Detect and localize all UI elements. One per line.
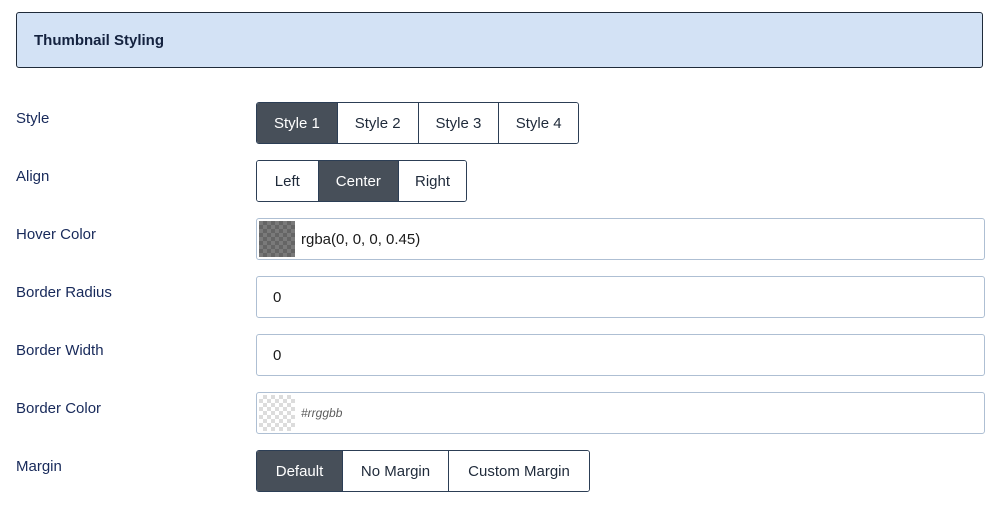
align-right-button[interactable]: Right bbox=[398, 161, 466, 201]
style-label: Style bbox=[16, 110, 50, 127]
border-radius-value[interactable]: 0 bbox=[257, 289, 281, 306]
border-width-label: Border Width bbox=[16, 342, 104, 359]
style-segmented-control: Style 1 Style 2 Style 3 Style 4 bbox=[256, 102, 579, 144]
align-center-button[interactable]: Center bbox=[317, 161, 398, 201]
margin-segmented-control: Default No Margin Custom Margin bbox=[256, 450, 590, 492]
border-color-label: Border Color bbox=[16, 400, 102, 417]
margin-label: Margin bbox=[16, 458, 62, 475]
style-3-button[interactable]: Style 3 bbox=[417, 103, 499, 143]
custom-margin-button[interactable]: Custom Margin bbox=[448, 451, 589, 491]
no-margin-button[interactable]: No Margin bbox=[342, 451, 448, 491]
border-width-input[interactable]: 0 bbox=[256, 334, 985, 376]
border-radius-label: Border Radius bbox=[16, 284, 112, 301]
section-header: Thumbnail Styling bbox=[16, 12, 983, 68]
hover-color-swatch[interactable] bbox=[259, 221, 295, 257]
margin-default-button[interactable]: Default bbox=[257, 451, 342, 491]
border-color-input[interactable] bbox=[295, 405, 603, 421]
border-radius-input[interactable]: 0 bbox=[256, 276, 985, 318]
hover-color-value[interactable]: rgba(0, 0, 0, 0.45) bbox=[295, 231, 420, 248]
hover-color-label: Hover Color bbox=[16, 226, 97, 243]
align-left-button[interactable]: Left bbox=[257, 161, 318, 201]
border-width-value[interactable]: 0 bbox=[257, 347, 281, 364]
style-1-button[interactable]: Style 1 bbox=[257, 103, 337, 143]
align-label: Align bbox=[16, 168, 50, 185]
align-segmented-control: Left Center Right bbox=[256, 160, 467, 202]
style-2-button[interactable]: Style 2 bbox=[336, 103, 418, 143]
style-4-button[interactable]: Style 4 bbox=[498, 103, 578, 143]
border-color-swatch[interactable] bbox=[259, 395, 295, 431]
section-title: Thumbnail Styling bbox=[34, 31, 164, 49]
border-color-field[interactable] bbox=[256, 392, 985, 434]
hover-color-field[interactable]: rgba(0, 0, 0, 0.45) bbox=[256, 218, 985, 260]
